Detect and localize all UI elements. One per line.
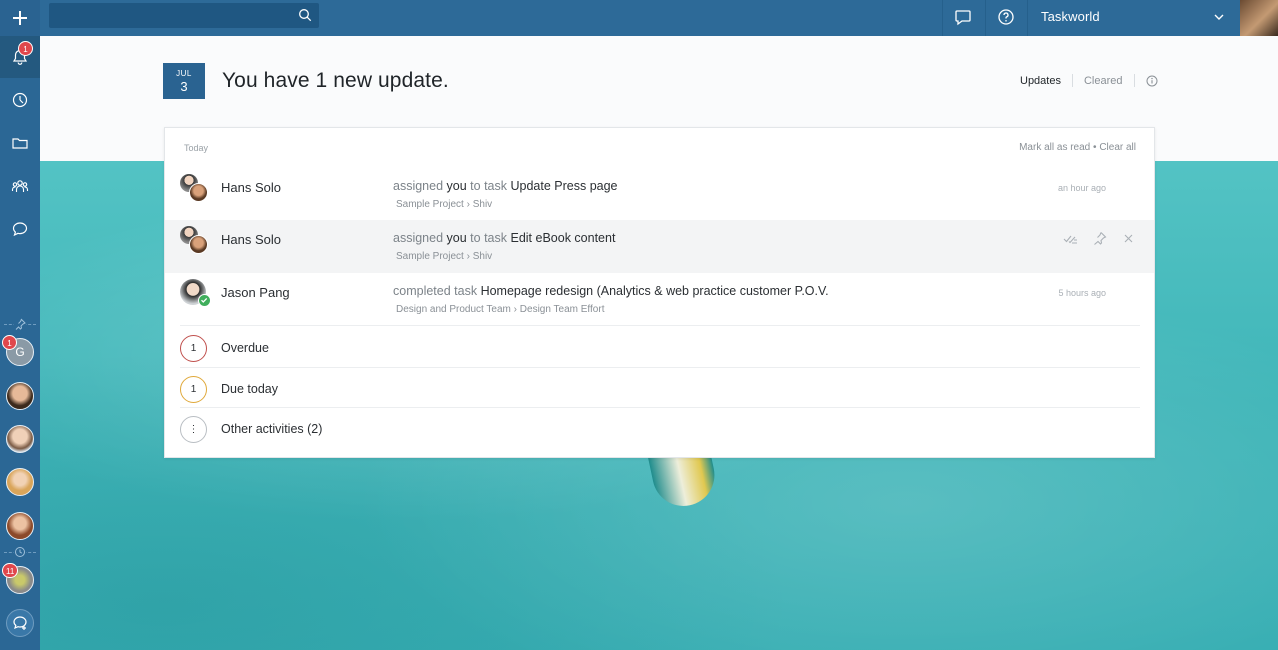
avatar [180, 279, 211, 307]
list-link[interactable]: Design Team Effort [520, 304, 605, 315]
chevron-right-icon: › [513, 304, 518, 315]
top-bar: Taskworld [0, 0, 1278, 36]
actor-name[interactable]: Hans Solo [221, 232, 281, 247]
update-row[interactable]: Hans Solo assigned you to task Edit eBoo… [165, 220, 1154, 273]
new-chat-button[interactable] [6, 609, 34, 637]
clear-all-link[interactable]: Clear all [1099, 142, 1136, 153]
search-input[interactable] [49, 3, 319, 28]
left-sidebar: 1 G 1 11 [0, 36, 40, 650]
user-avatar[interactable] [1240, 0, 1278, 36]
chevron-down-icon[interactable] [1213, 11, 1225, 23]
chat-plus-icon [13, 616, 27, 630]
member-avatar[interactable] [6, 468, 34, 496]
update-text: completed task Homepage redesign (Analyt… [393, 284, 829, 298]
mark-all-read-link[interactable]: Mark all as read [1019, 142, 1090, 153]
notification-badge: 1 [18, 41, 33, 56]
actor-name[interactable]: Jason Pang [221, 285, 290, 300]
messages-icon[interactable] [11, 220, 29, 238]
row-divider [180, 407, 1140, 408]
other-activities-label: Other activities (2) [221, 422, 323, 436]
project-link[interactable]: Sample Project [396, 199, 464, 210]
timestamp: 5 hours ago [1058, 288, 1106, 298]
chevron-right-icon: › [466, 199, 470, 210]
tab-divider [1071, 74, 1073, 87]
row-divider [180, 325, 1140, 326]
list-link[interactable]: Shiv [473, 199, 492, 210]
member-avatar[interactable] [6, 382, 34, 410]
update-row[interactable]: Jason Pang completed task Homepage redes… [165, 273, 1154, 326]
avatar [180, 174, 208, 202]
tab-cleared[interactable]: Cleared [1084, 75, 1123, 87]
member-avatar[interactable] [6, 425, 34, 453]
timestamp: an hour ago [1057, 183, 1106, 193]
task-breadcrumb: Sample Project › Shiv [396, 251, 492, 262]
avatar [180, 226, 208, 254]
dashboard-icon[interactable] [11, 91, 29, 109]
info-icon[interactable] [1146, 75, 1158, 87]
check-icon [201, 297, 208, 303]
task-link[interactable]: Update Press page [510, 179, 617, 193]
pin-icon [14, 318, 26, 330]
other-activities-row[interactable]: ⋮ Other activities (2) [165, 409, 1154, 449]
project-link[interactable]: Sample Project [396, 251, 464, 262]
group-badge: 1 [2, 335, 17, 350]
updates-panel: Today Mark all as read • Clear all Hans … [164, 127, 1155, 458]
task-link[interactable]: Homepage redesign (Analytics & web pract… [481, 284, 829, 298]
view-tabs: Updates Cleared [1020, 74, 1158, 87]
clock-icon [14, 546, 26, 558]
row-divider [180, 367, 1140, 368]
people-icon[interactable] [11, 177, 29, 195]
update-row[interactable]: Hans Solo assigned you to task Update Pr… [165, 168, 1154, 221]
update-text: assigned you to task Update Press page [393, 179, 618, 193]
task-link[interactable]: Edit eBook content [510, 231, 615, 245]
topbar-divider [985, 0, 986, 36]
tab-updates[interactable]: Updates [1020, 75, 1061, 87]
create-button[interactable] [0, 0, 40, 36]
help-icon[interactable] [996, 7, 1016, 27]
section-actions: Mark all as read • Clear all [1019, 142, 1136, 153]
due-today-row[interactable]: 1 Due today [165, 369, 1154, 409]
due-today-count: 1 [180, 376, 207, 403]
update-text: assigned you to task Edit eBook content [393, 231, 616, 245]
topbar-divider [942, 0, 943, 36]
plus-icon [13, 11, 27, 25]
task-breadcrumb: Design and Product Team › Design Team Ef… [396, 304, 604, 315]
member-avatar[interactable] [6, 512, 34, 540]
overdue-label: Overdue [221, 341, 269, 355]
close-icon[interactable] [1121, 231, 1136, 246]
tab-divider [1133, 74, 1135, 87]
pin-icon[interactable] [1092, 231, 1107, 246]
date-day: 3 [180, 79, 188, 94]
chevron-right-icon: › [466, 251, 470, 262]
workspace-switcher[interactable]: Taskworld [1041, 9, 1100, 24]
more-icon: ⋮ [180, 416, 207, 443]
list-link[interactable]: Shiv [473, 251, 492, 262]
folder-icon[interactable] [11, 134, 29, 152]
section-label: Today [184, 143, 209, 153]
project-link[interactable]: Design and Product Team [396, 304, 511, 315]
due-today-label: Due today [221, 382, 278, 396]
date-month: JUL [176, 69, 192, 78]
actor-name[interactable]: Hans Solo [221, 180, 281, 195]
separator-dot: • [1093, 142, 1097, 153]
task-breadcrumb: Sample Project › Shiv [396, 199, 492, 210]
date-badge: JUL 3 [163, 63, 205, 99]
page-title: You have 1 new update. [222, 69, 449, 92]
topbar-divider [1027, 0, 1028, 36]
overdue-count: 1 [180, 335, 207, 362]
search-icon[interactable] [298, 8, 312, 22]
overdue-row[interactable]: 1 Overdue [165, 328, 1154, 368]
mark-read-icon[interactable] [1063, 231, 1078, 246]
chat-icon[interactable] [953, 7, 973, 27]
row-actions [1063, 231, 1136, 246]
